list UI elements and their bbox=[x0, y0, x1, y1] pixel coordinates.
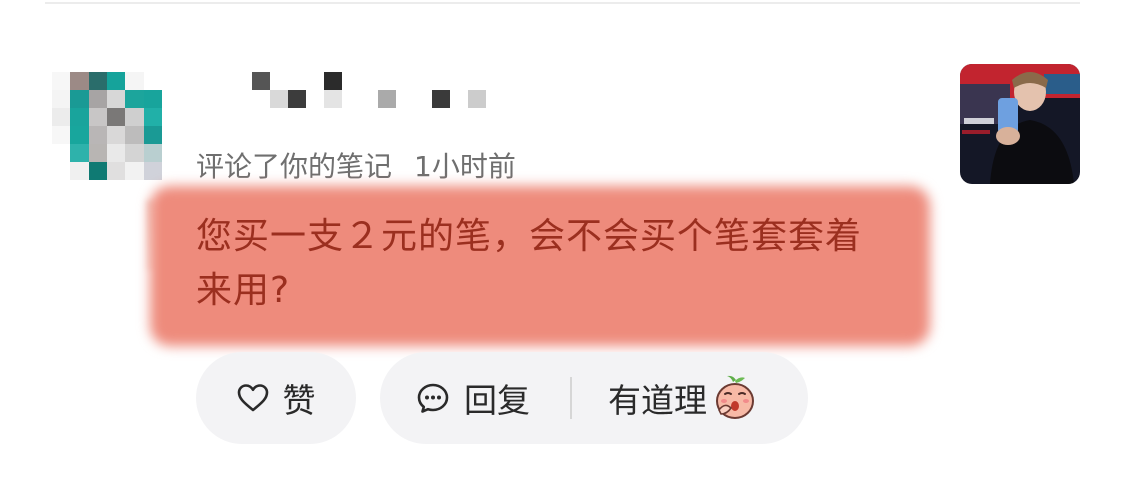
top-divider bbox=[45, 2, 1080, 4]
reply-bar: 回复 有道理 bbox=[380, 352, 808, 444]
commenter-avatar[interactable] bbox=[52, 72, 162, 180]
quick-reply-label: 有道理 bbox=[608, 381, 707, 420]
heart-outline-icon bbox=[237, 383, 269, 413]
note-thumbnail[interactable] bbox=[960, 64, 1080, 184]
reply-label: 回复 bbox=[464, 381, 530, 420]
peach-emoji-icon bbox=[711, 374, 759, 422]
speech-bubble-icon bbox=[416, 382, 450, 414]
like-label: 赞 bbox=[282, 381, 316, 420]
quick-reply-button[interactable]: 有道理 bbox=[608, 374, 759, 422]
commenter-name-redacted[interactable] bbox=[252, 72, 492, 108]
comment-body[interactable]: 您买一支２元的笔，会不会买个笔套套着来用? bbox=[196, 210, 896, 318]
pill-divider bbox=[570, 377, 572, 419]
note-thumbnail-image bbox=[960, 64, 1080, 184]
like-button[interactable]: 赞 bbox=[196, 352, 356, 444]
comment-meta: 评论了你的笔记 1小时前 bbox=[196, 145, 516, 185]
comment-action-text: 评论了你的笔记 bbox=[196, 150, 393, 183]
reply-button[interactable]: 回复 bbox=[416, 374, 530, 422]
comment-time: 1小时前 bbox=[414, 150, 516, 183]
